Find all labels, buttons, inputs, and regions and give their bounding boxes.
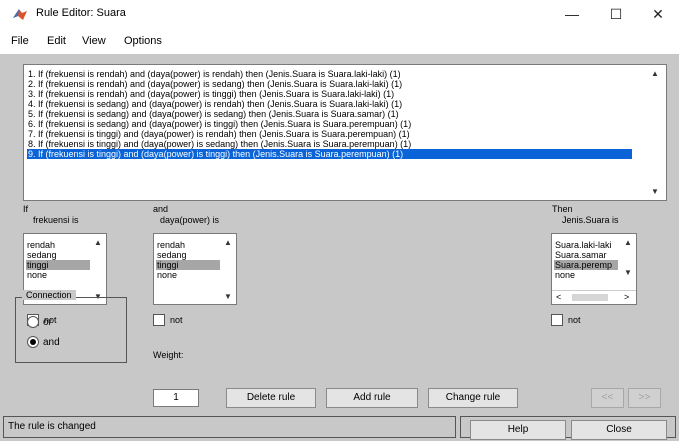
help-button[interactable]: Help xyxy=(470,420,566,440)
rule-item[interactable]: 7. If (frekuensi is tinggi) and (daya(po… xyxy=(27,129,632,139)
rules-scrollbar[interactable]: ▲ ▼ xyxy=(646,65,666,200)
jenis-suara-label: Jenis.Suara is xyxy=(562,215,619,225)
then-not-label: not xyxy=(568,315,581,325)
list-item[interactable]: Suara.laki-laki xyxy=(554,240,618,250)
daya-listbox[interactable]: rendah sedang tinggi none ▲ ▼ xyxy=(153,233,237,305)
menu-file[interactable]: File xyxy=(11,35,29,47)
title-bar: Rule Editor: Suara — ☐ ✕ xyxy=(0,0,679,28)
list-item-selected[interactable]: tinggi xyxy=(156,260,220,270)
status-bar: The rule is changed xyxy=(3,416,456,438)
menu-bar: File Edit View Options xyxy=(0,28,679,54)
or-radio[interactable] xyxy=(27,316,39,328)
scroll-down-icon[interactable]: ▼ xyxy=(651,187,659,196)
rule-item-selected[interactable]: 9. If (frekuensi is tinggi) and (daya(po… xyxy=(27,149,632,159)
change-rule-button[interactable]: Change rule xyxy=(428,388,518,408)
window-title: Rule Editor: Suara xyxy=(36,7,126,19)
jenis-suara-listbox[interactable]: Suara.laki-laki Suara.samar Suara.peremp… xyxy=(551,233,637,305)
matlab-icon xyxy=(13,9,27,20)
and-radio[interactable] xyxy=(27,336,39,348)
maximize-button[interactable]: ☐ xyxy=(596,3,636,25)
scroll-right-icon[interactable]: > xyxy=(624,292,629,302)
close-window-button[interactable]: ✕ xyxy=(638,3,678,25)
weight-label: Weight: xyxy=(153,350,184,360)
menu-edit[interactable]: Edit xyxy=(47,35,66,47)
list-item[interactable]: none xyxy=(26,270,90,280)
list-item[interactable]: rendah xyxy=(26,240,90,250)
and-not-label: not xyxy=(170,315,183,325)
list-item[interactable]: none xyxy=(554,270,618,280)
list-item-selected[interactable]: tinggi xyxy=(26,260,90,270)
if-label: If xyxy=(23,204,29,214)
rule-item[interactable]: 6. If (frekuensi is sedang) and (daya(po… xyxy=(27,119,632,129)
rule-item[interactable]: 1. If (frekuensi is rendah) and (daya(po… xyxy=(27,69,632,79)
close-button[interactable]: Close xyxy=(571,420,667,440)
add-rule-button[interactable]: Add rule xyxy=(326,388,418,408)
list-item-selected[interactable]: Suara.peremp xyxy=(554,260,618,270)
rules-listbox[interactable]: 1. If (frekuensi is rendah) and (daya(po… xyxy=(23,64,667,201)
and-not-checkbox[interactable] xyxy=(153,314,165,326)
list-scrollbar[interactable]: ▲ ▼ xyxy=(620,234,636,280)
list-item[interactable]: sedang xyxy=(26,250,90,260)
rule-item[interactable]: 8. If (frekuensi is tinggi) and (daya(po… xyxy=(27,139,632,149)
scroll-up-icon[interactable]: ▲ xyxy=(94,238,102,247)
and-radio-label: and xyxy=(43,337,60,348)
scroll-up-icon[interactable]: ▲ xyxy=(624,238,632,247)
list-item[interactable]: none xyxy=(156,270,220,280)
scroll-up-icon[interactable]: ▲ xyxy=(224,238,232,247)
then-not-checkbox[interactable] xyxy=(551,314,563,326)
prev-rule-button[interactable]: << xyxy=(591,388,624,408)
menu-view[interactable]: View xyxy=(82,35,106,47)
or-label: or xyxy=(43,317,52,328)
and-label: and xyxy=(153,204,169,214)
list-item[interactable]: Suara.samar xyxy=(554,250,618,260)
daya-label: daya(power) is xyxy=(160,215,220,225)
delete-rule-button[interactable]: Delete rule xyxy=(226,388,316,408)
list-scrollbar[interactable]: ▲ ▼ xyxy=(220,234,236,304)
status-text: The rule is changed xyxy=(8,421,96,432)
rule-editor-panel: 1. If (frekuensi is rendah) and (daya(po… xyxy=(0,54,679,441)
minimize-button[interactable]: — xyxy=(552,3,592,25)
scroll-left-icon[interactable]: < xyxy=(556,292,561,302)
scroll-down-icon[interactable]: ▼ xyxy=(624,268,632,277)
rule-item[interactable]: 3. If (frekuensi is rendah) and (daya(po… xyxy=(27,89,632,99)
weight-input[interactable]: 1 xyxy=(153,389,199,407)
menu-options[interactable]: Options xyxy=(124,35,162,47)
list-item[interactable]: rendah xyxy=(156,240,220,250)
rule-item[interactable]: 2. If (frekuensi is rendah) and (daya(po… xyxy=(27,79,632,89)
connection-group xyxy=(15,297,127,363)
rule-item[interactable]: 5. If (frekuensi is sedang) and (daya(po… xyxy=(27,109,632,119)
scroll-thumb[interactable] xyxy=(572,294,608,301)
list-item[interactable]: sedang xyxy=(156,250,220,260)
then-label: Then xyxy=(552,204,573,214)
connection-title: Connection xyxy=(22,290,76,300)
next-rule-button[interactable]: >> xyxy=(628,388,661,408)
rule-item[interactable]: 4. If (frekuensi is sedang) and (daya(po… xyxy=(27,99,632,109)
horizontal-scrollbar[interactable]: < > xyxy=(552,290,636,304)
frekuensi-label: frekuensi is xyxy=(33,215,79,225)
scroll-down-icon[interactable]: ▼ xyxy=(224,292,232,301)
scroll-up-icon[interactable]: ▲ xyxy=(651,69,659,78)
list-scrollbar[interactable]: ▲ ▼ xyxy=(90,234,106,304)
